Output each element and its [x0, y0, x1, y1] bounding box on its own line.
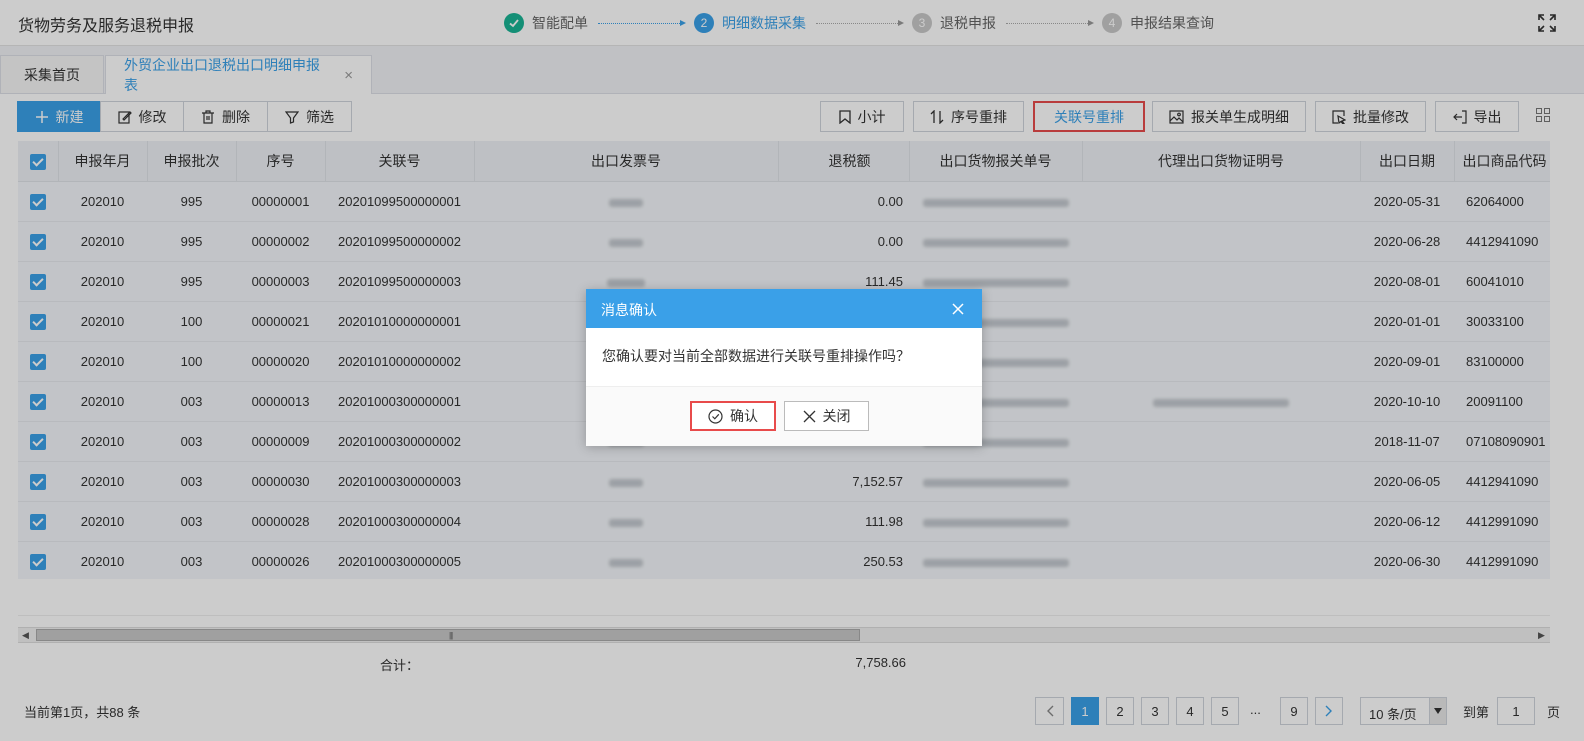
cancel-button-label: 关闭: [822, 408, 851, 424]
check-circle-icon: [708, 408, 723, 424]
confirm-dialog: 消息确认 您确认要对当前全部数据进行关联号重排操作吗？ 确认 关闭: [586, 289, 982, 446]
dialog-title: 消息确认: [601, 302, 657, 318]
confirm-button[interactable]: 确认: [690, 401, 776, 431]
dialog-header: 消息确认: [586, 289, 982, 328]
dialog-footer: 确认 关闭: [586, 386, 982, 446]
app-window: 货物劳务及服务退税申报 智能配单 2 明细数据采集 3 退税申报 4 申报结果查: [0, 0, 1584, 741]
dialog-message: 您确认要对当前全部数据进行关联号重排操作吗？: [602, 348, 910, 364]
confirm-button-label: 确认: [730, 408, 758, 424]
cancel-button[interactable]: 关闭: [784, 401, 869, 431]
close-icon[interactable]: [950, 301, 966, 317]
close-icon: [803, 410, 815, 422]
